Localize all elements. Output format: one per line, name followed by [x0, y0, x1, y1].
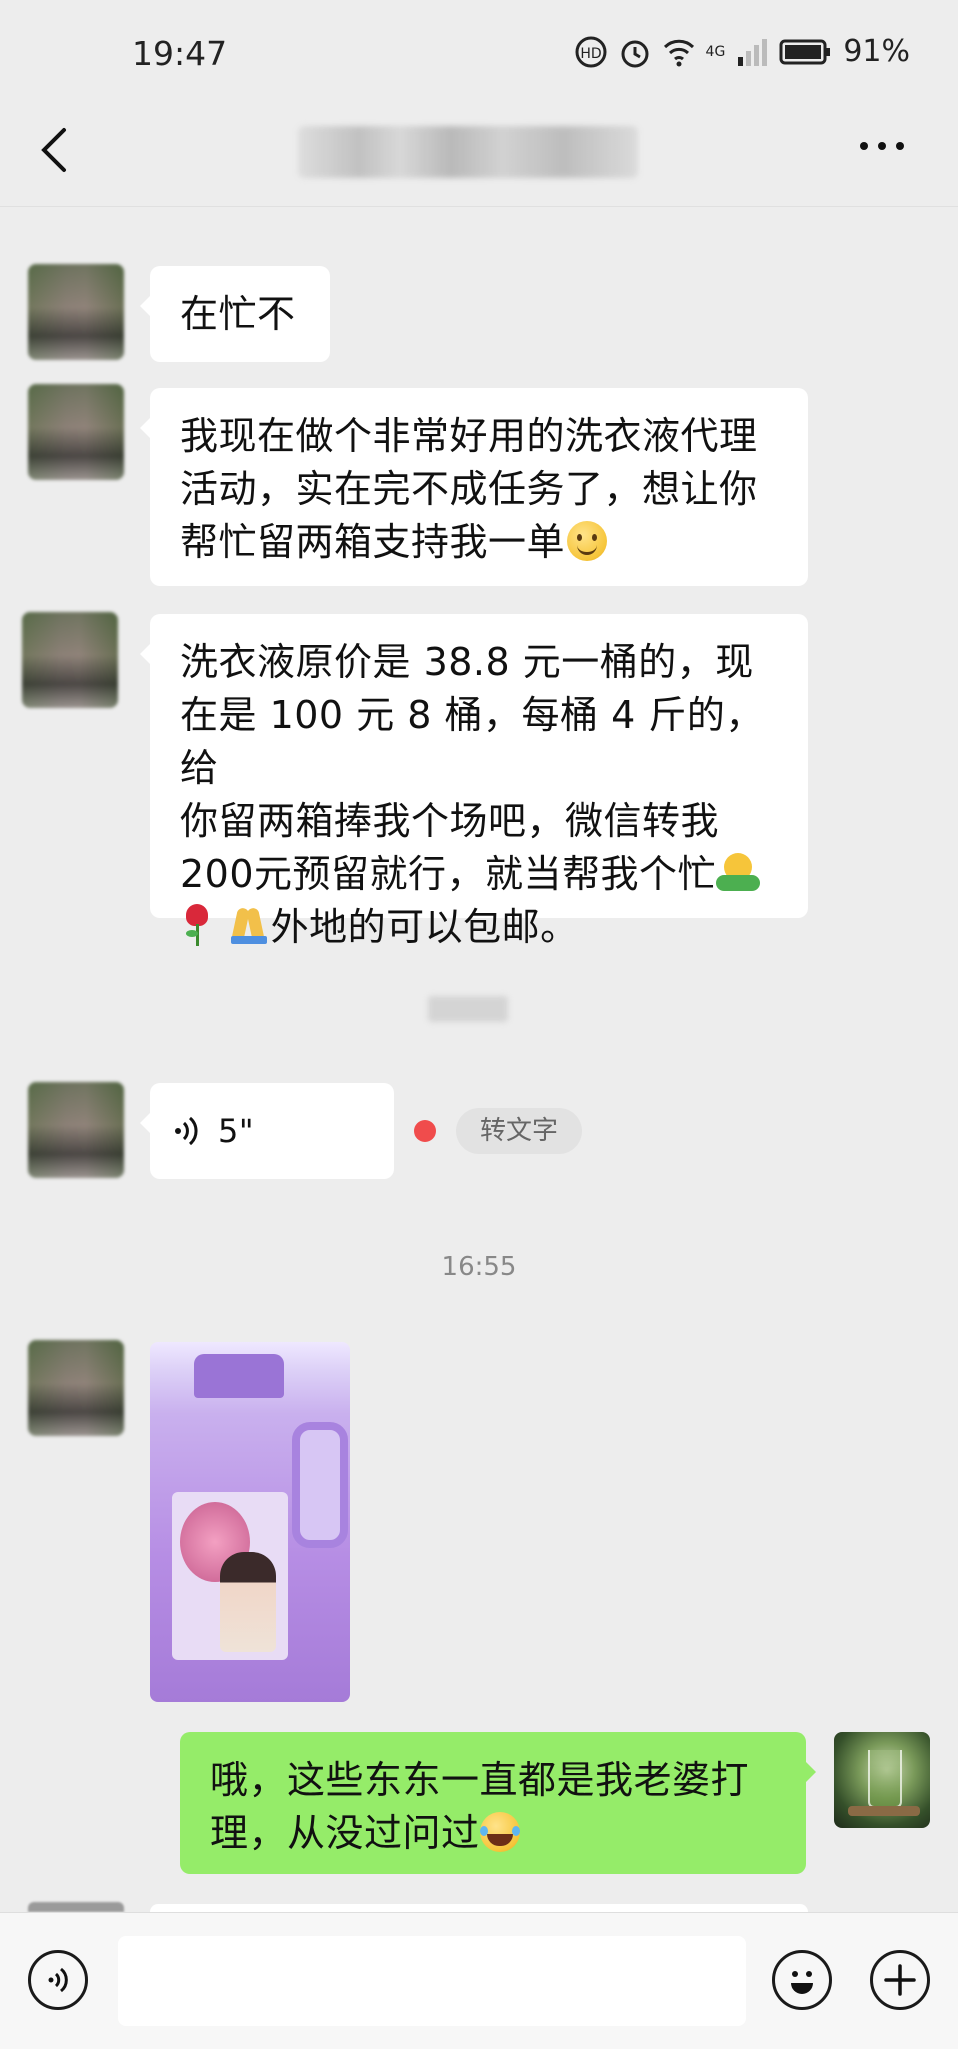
message-line: 外地的可以包邮。 [270, 905, 579, 949]
emoji-icon [791, 1971, 813, 1994]
voice-message-bubble[interactable]: 5" [140, 1083, 394, 1179]
voice-duration: 5" [218, 1112, 255, 1150]
contact-avatar[interactable] [22, 612, 118, 708]
chat-timestamp: 16:55 [441, 1252, 517, 1282]
battery-level: 91% [843, 34, 910, 69]
message-line: 活动，实在完不成任务了，想让你 [180, 467, 758, 511]
message-line: 帮忙留两箱支持我一单 [180, 520, 566, 564]
voice-mode-icon [48, 1967, 68, 1993]
my-message-bubble[interactable]: 哦，这些东东一直都是我老婆打 理，从没过问过 [180, 1732, 816, 1874]
back-arrow-icon[interactable] [34, 120, 74, 180]
message-bubble[interactable]: 在忙不 [140, 266, 330, 362]
message-bubble[interactable]: 我现在做个非常好用的洗衣液代理 活动，实在完不成任务了，想让你 帮忙留两箱支持我… [140, 388, 808, 586]
more-options-icon[interactable] [858, 136, 906, 156]
contact-avatar[interactable] [28, 1082, 124, 1178]
status-icons: HD 4G 91% [574, 34, 910, 69]
message-bubble[interactable]: 洗衣液原价是 38.8 元一桶的，现 在是 100 元 8 桶，每桶 4 斤的，… [140, 614, 808, 949]
next-bubble-peek [150, 1904, 808, 1912]
contact-avatar[interactable] [28, 384, 124, 480]
pray-emoji-icon [227, 904, 271, 946]
contact-avatar[interactable] [28, 1340, 124, 1436]
voice-wave-icon [175, 1116, 198, 1146]
message-line: 哦，这些东东一直都是我老婆打 [210, 1758, 750, 1802]
my-avatar[interactable] [834, 1732, 930, 1828]
hd-call-icon: HD [575, 36, 607, 67]
message-text: 在忙不 [180, 292, 296, 336]
contact-avatar[interactable] [28, 264, 124, 360]
network-type: 4G [705, 43, 726, 60]
rose-emoji-icon [180, 904, 214, 948]
emoji-button[interactable] [772, 1950, 832, 2010]
product-image[interactable] [150, 1342, 350, 1702]
next-avatar-peek [28, 1902, 124, 1912]
message-line: 我现在做个非常好用的洗衣液代理 [180, 414, 758, 458]
smile-emoji-icon [567, 521, 608, 561]
svg-text:HD: HD [580, 46, 601, 62]
message-input[interactable] [118, 1936, 746, 2026]
transcribe-button[interactable]: 转文字 [456, 1108, 582, 1154]
contact-name [298, 126, 638, 178]
alarm-icon [621, 40, 649, 67]
message-line: 洗衣液原价是 38.8 元一桶的，现 [180, 640, 754, 684]
voice-mode-button[interactable] [28, 1950, 88, 2010]
battery-icon [779, 39, 831, 64]
plus-icon [884, 1964, 916, 1996]
hug-emoji-icon [716, 853, 761, 893]
tears-of-joy-emoji-icon [479, 1812, 520, 1852]
status-time: 19:47 [132, 34, 228, 73]
message-line: 200元预留就行，就当帮我个忙 [180, 852, 717, 896]
signal-icon [738, 38, 768, 66]
message-line: 在是 100 元 8 桶，每桶 4 斤的，给 [180, 693, 764, 790]
system-note-blurred [428, 996, 508, 1022]
plus-button[interactable] [870, 1950, 930, 2010]
wifi-icon [663, 39, 694, 66]
unread-voice-dot [414, 1120, 436, 1142]
header-divider [0, 206, 958, 207]
message-line: 理，从没过问过 [210, 1811, 480, 1855]
message-line: 你留两箱捧我个场吧，微信转我 [180, 799, 720, 843]
